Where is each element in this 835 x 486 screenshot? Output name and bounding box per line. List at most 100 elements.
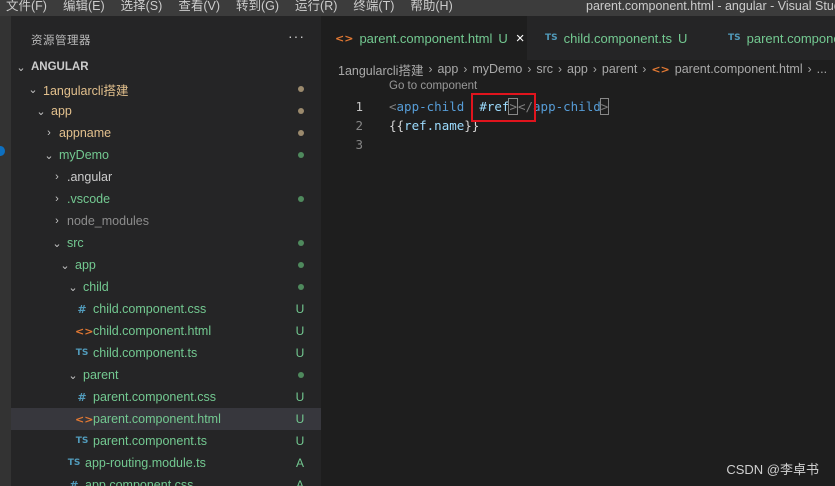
tree-folder-parent[interactable]: ⌄ parent xyxy=(11,364,321,386)
ts-file-icon: TS xyxy=(728,33,741,43)
editor-tab-bar: <> parent.component.html U × TS child.co… xyxy=(321,16,835,60)
code-line-3[interactable]: 3 xyxy=(321,135,835,154)
git-status-badge: A xyxy=(295,478,304,486)
breadcrumb-item[interactable]: parent xyxy=(602,62,637,76)
chevron-right-icon: › xyxy=(807,62,812,76)
tree-file-parent-ts[interactable]: TS parent.component.ts U xyxy=(11,430,321,452)
modified-dot-icon xyxy=(298,86,304,92)
tree-file-child-ts[interactable]: TS child.component.ts U xyxy=(11,342,321,364)
chevron-right-icon: › xyxy=(592,62,597,76)
line-number: 3 xyxy=(355,137,363,152)
tree-folder-angular[interactable]: › .angular xyxy=(11,166,321,188)
ts-file-icon: TS xyxy=(75,436,89,446)
menu-bar: 文件(F) 编辑(E) 选择(S) 查看(V) 转到(G) 运行(R) 终端(T… xyxy=(6,0,469,16)
tree-label: appname xyxy=(59,126,112,140)
menu-terminal[interactable]: 终端(T) xyxy=(353,0,394,16)
code-line-2[interactable]: 2 {{ref.name}} xyxy=(321,116,835,135)
breadcrumb-item[interactable]: src xyxy=(536,62,553,76)
tree-file-app-routing[interactable]: TS app-routing.module.ts A xyxy=(11,452,321,474)
untracked-dot-icon xyxy=(298,372,304,378)
tree-label: node_modules xyxy=(67,214,150,228)
breadcrumb-item[interactable]: myDemo xyxy=(472,62,522,76)
tree-file-child-html[interactable]: <> child.component.html U xyxy=(11,320,321,342)
untracked-dot-icon xyxy=(298,262,304,268)
window-title: parent.component.html - angular - Visual… xyxy=(586,0,835,13)
breadcrumb-item[interactable]: parent.component.html xyxy=(675,62,803,76)
tree-folder-appname[interactable]: › appname xyxy=(11,122,321,144)
tree-folder-node-modules[interactable]: › node_modules xyxy=(11,210,321,232)
breadcrumb-item[interactable]: ... xyxy=(817,62,827,76)
more-actions-icon[interactable]: ··· xyxy=(288,28,305,44)
tree-label: child.component.ts xyxy=(93,346,198,360)
menu-view[interactable]: 查看(V) xyxy=(178,0,220,16)
breadcrumb-item[interactable]: app xyxy=(567,62,588,76)
html-file-icon: <> xyxy=(651,62,670,76)
css-file-icon: # xyxy=(77,390,87,404)
tree-file-child-css[interactable]: # child.component.css U xyxy=(11,298,321,320)
git-status-badge: U xyxy=(295,302,305,316)
chevron-down-icon: ⌄ xyxy=(44,149,54,162)
tree-label: 1angularcli搭建 xyxy=(43,83,129,98)
tree-label: app-routing.module.ts xyxy=(85,456,206,470)
breadcrumb: 1angularcli搭建 › app › myDemo › src › app › pa… xyxy=(321,60,835,78)
menu-selection[interactable]: 选择(S) xyxy=(121,0,163,16)
tree-label: child xyxy=(83,280,109,294)
menu-file[interactable]: 文件(F) xyxy=(6,0,47,16)
tree-folder-app[interactable]: ⌄ app xyxy=(11,100,321,122)
line-number: 2 xyxy=(355,118,363,133)
tree-folder-src[interactable]: ⌄ src xyxy=(11,232,321,254)
tree-file-parent-html[interactable]: <> parent.component.html U xyxy=(11,408,321,430)
git-status-badge: A xyxy=(295,456,304,470)
activity-indicator-icon[interactable] xyxy=(0,146,5,156)
tree-label: myDemo xyxy=(59,148,110,162)
tree-label: parent xyxy=(83,368,119,382)
ts-file-icon: TS xyxy=(75,348,89,358)
ts-file-icon: TS xyxy=(67,458,81,468)
explorer-sidebar: 资源管理器 ··· ⌄ ANGULAR ⌄ 1angularcli搭建 ⌄ ap… xyxy=(11,16,321,486)
tree-label: parent.component.css xyxy=(93,390,216,404)
modified-dot-icon xyxy=(298,130,304,136)
breadcrumb-item[interactable]: app xyxy=(437,62,458,76)
chevron-down-icon: ⌄ xyxy=(36,105,46,118)
tab-git-status: U xyxy=(498,30,508,46)
tree-folder-mydemo[interactable]: ⌄ myDemo xyxy=(11,144,321,166)
html-file-icon: <> xyxy=(75,412,94,426)
tree-folder-1angularcli[interactable]: ⌄ 1angularcli搭建 xyxy=(11,78,321,100)
code-content: {{ref.name}} xyxy=(389,118,480,133)
menu-edit[interactable]: 编辑(E) xyxy=(63,0,105,16)
chevron-right-icon: › xyxy=(642,62,647,76)
menu-run[interactable]: 运行(R) xyxy=(295,0,337,16)
tree-folder-child[interactable]: ⌄ child xyxy=(11,276,321,298)
chevron-right-icon: › xyxy=(55,193,59,205)
menu-help[interactable]: 帮助(H) xyxy=(410,0,452,16)
tree-root-angular[interactable]: ⌄ ANGULAR xyxy=(11,56,321,78)
chevron-right-icon: › xyxy=(527,62,532,76)
chevron-down-icon: ⌄ xyxy=(60,259,70,272)
title-bar: 文件(F) 编辑(E) 选择(S) 查看(V) 转到(G) 运行(R) 终端(T… xyxy=(0,0,835,16)
tree-label: src xyxy=(67,236,84,250)
breadcrumb-item[interactable]: 1angularcli搭建 xyxy=(338,60,423,78)
code-line-1[interactable]: 1 <app-child #ref></app-child> xyxy=(321,97,835,116)
git-status-badge: U xyxy=(295,390,305,404)
tree-label: app.component.css xyxy=(85,478,194,486)
chevron-right-icon: › xyxy=(55,215,59,227)
ts-file-icon: TS xyxy=(545,33,558,43)
git-status-badge: U xyxy=(295,412,305,426)
tree-folder-src-app[interactable]: ⌄ app xyxy=(11,254,321,276)
activity-bar xyxy=(0,16,11,486)
tab-child-component-ts[interactable]: TS child.component.ts U xyxy=(531,16,713,60)
annotation-highlight-box xyxy=(471,93,536,122)
tree-folder-vscode[interactable]: › .vscode xyxy=(11,188,321,210)
menu-go[interactable]: 转到(G) xyxy=(236,0,279,16)
tab-parent-component-html[interactable]: <> parent.component.html U × xyxy=(321,16,527,60)
codelens-go-to-component[interactable]: Go to component xyxy=(389,80,477,92)
tree-file-app-component-css[interactable]: # app.component.css A xyxy=(11,474,321,486)
code-editor[interactable]: Go to component 1 <app-child #ref></app-… xyxy=(321,78,835,486)
git-status-badge: U xyxy=(295,434,305,448)
tree-label: .angular xyxy=(67,170,113,184)
tree-label: .vscode xyxy=(67,192,111,206)
tree-file-parent-css[interactable]: # parent.component.css U xyxy=(11,386,321,408)
tab-parent-component-ts[interactable]: TS parent.component.ts xyxy=(714,16,835,60)
tree-label: app xyxy=(75,258,96,272)
close-icon[interactable]: × xyxy=(516,30,525,47)
